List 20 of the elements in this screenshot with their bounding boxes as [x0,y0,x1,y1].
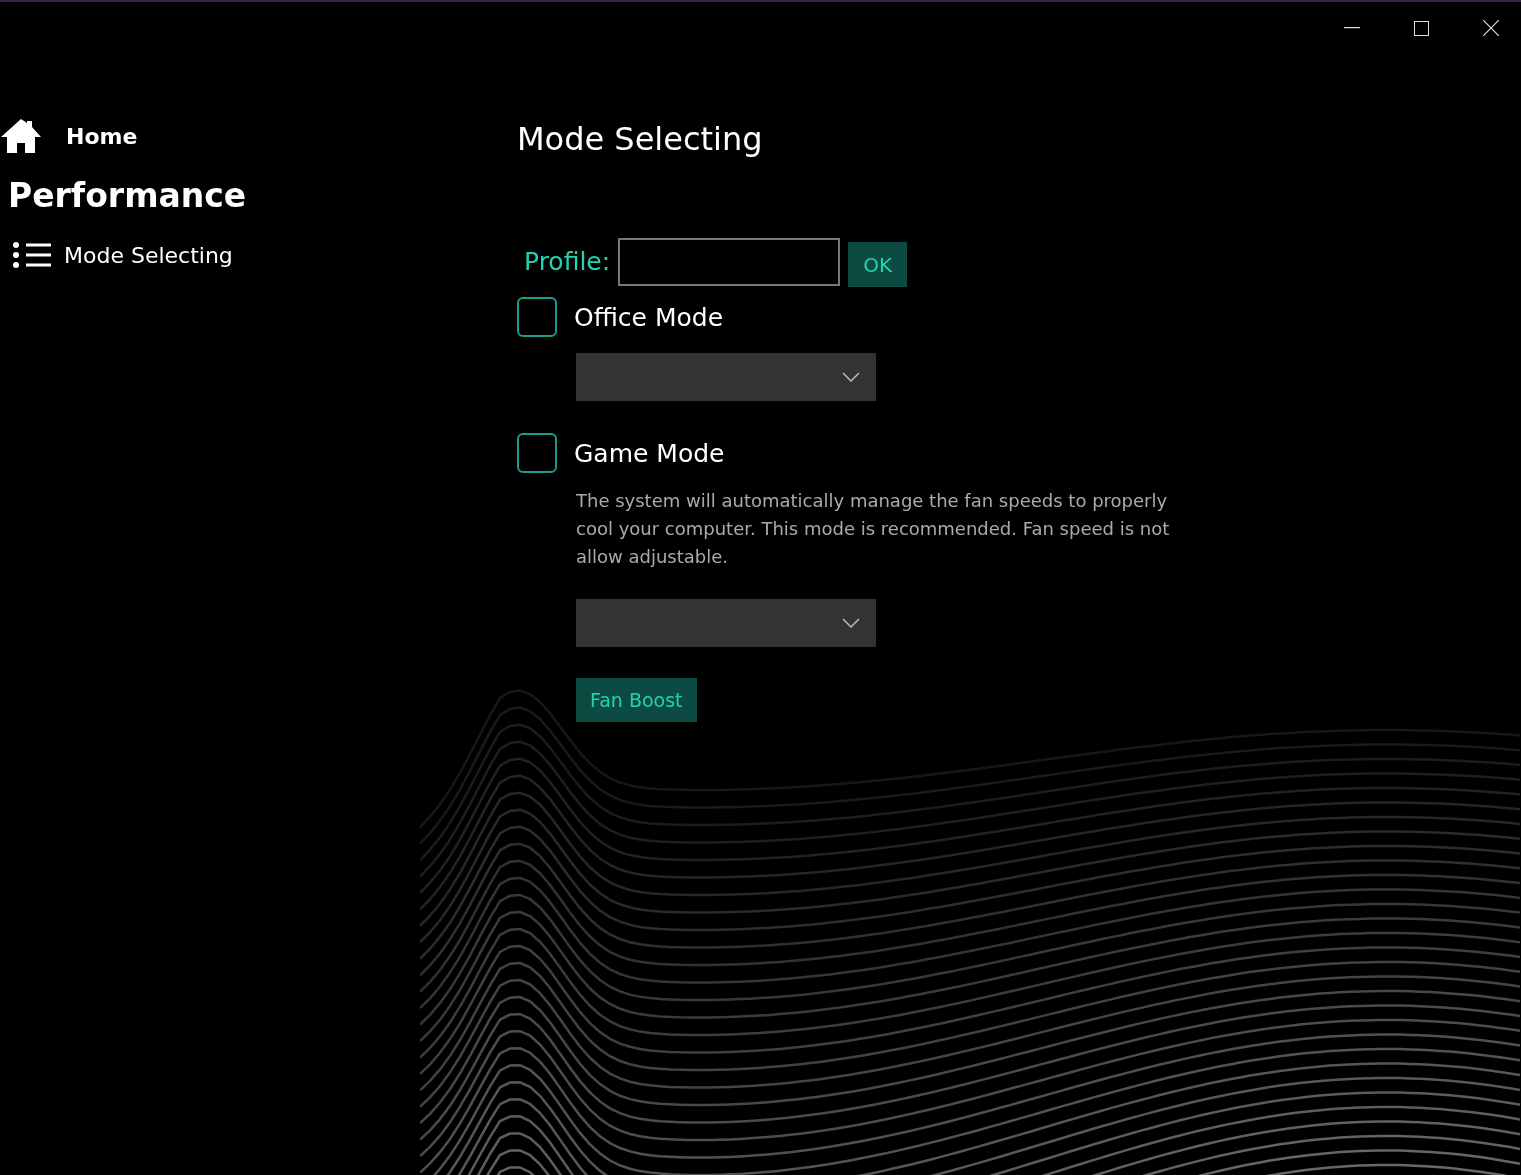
minimize-icon[interactable] [1344,27,1360,29]
ok-button[interactable]: OK [848,242,908,287]
section-heading: Performance [8,176,248,215]
profile-field[interactable] [618,237,841,286]
page-title: Mode Selecting [517,120,764,158]
nav-item[interactable]: Mode Selecting [64,242,233,268]
mode-label: Game Mode [574,438,725,468]
chevron-down-icon [842,372,860,382]
close-icon[interactable] [1483,20,1499,36]
list-icon [12,241,52,269]
checkbox[interactable] [517,297,557,337]
mode-description: The system will automatically manage the fan speeds to properly cool your computer. This mode is recommended. Fan speed is not allow adjustable. [576,489,1171,569]
home-link[interactable]: Home [66,123,138,149]
home-icon[interactable] [0,118,42,154]
mode-label: Office Mode [574,302,724,332]
profile-label: Profile: [524,247,611,276]
fan-boost-button[interactable]: Fan Boost [576,678,697,722]
maximize-icon[interactable] [1414,20,1429,36]
checkbox[interactable] [517,433,557,473]
chevron-down-icon [842,618,860,628]
